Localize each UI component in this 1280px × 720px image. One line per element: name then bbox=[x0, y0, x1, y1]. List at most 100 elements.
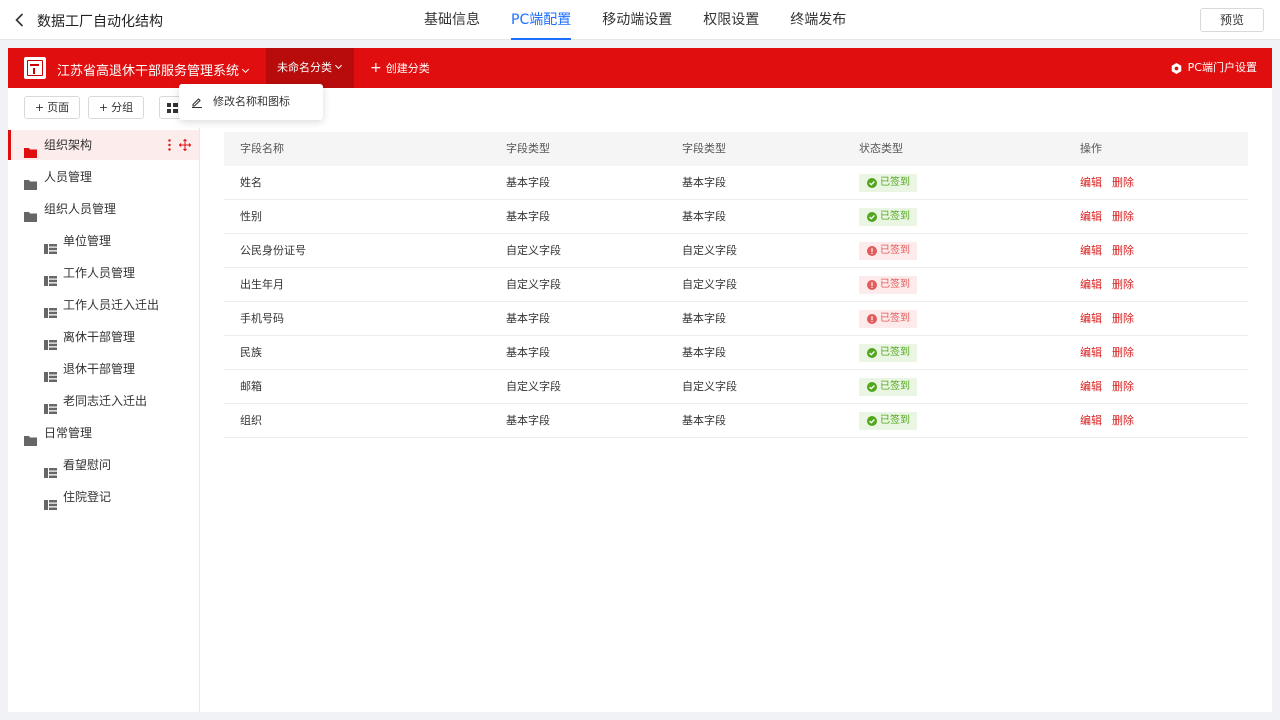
field-name: 民族 bbox=[240, 346, 262, 359]
preview-button[interactable]: 预览 bbox=[1200, 8, 1264, 32]
status-text: 已签到 bbox=[880, 313, 910, 324]
field-type: 基本字段 bbox=[506, 210, 550, 223]
table-body: 姓名 基本字段 基本字段 已签到 编辑 删除 性别 基本字段 基本字段 已签到 编辑 删除 公民身份证号… bbox=[224, 166, 1248, 438]
chevron-down-icon bbox=[334, 61, 343, 70]
app-title: 数据工厂自动化结构 bbox=[37, 14, 163, 30]
add-page-button[interactable]: + 页面 bbox=[24, 96, 80, 119]
sidebar-item-label: 住院登记 bbox=[63, 490, 112, 504]
portal-settings-label: PC端门户设置 bbox=[1187, 61, 1257, 74]
status-badge: 已签到 bbox=[859, 174, 917, 192]
sidebar-item[interactable]: 工作人员管理 bbox=[8, 258, 199, 288]
edit-link[interactable]: 编辑 bbox=[1080, 268, 1102, 301]
field-name: 组织 bbox=[240, 414, 262, 427]
column-header: 操作 bbox=[1080, 142, 1102, 155]
sidebar-item[interactable]: 老同志迁入迁出 bbox=[8, 386, 199, 416]
system-name: 江苏省高退休干部服务管理系统 bbox=[57, 64, 240, 79]
status-badge: 已签到 bbox=[859, 242, 917, 260]
table-row: 民族 基本字段 基本字段 已签到 编辑 删除 bbox=[224, 336, 1248, 370]
column-header: 状态类型 bbox=[859, 142, 903, 155]
add-group-button[interactable]: + 分组 bbox=[88, 96, 144, 119]
category-dropdown[interactable]: 未命名分类 bbox=[266, 48, 354, 88]
field-type: 自定义字段 bbox=[506, 380, 561, 393]
status-badge: 已签到 bbox=[859, 412, 917, 430]
page-icon bbox=[44, 491, 57, 521]
edit-link[interactable]: 编辑 bbox=[1080, 336, 1102, 369]
delete-link[interactable]: 删除 bbox=[1112, 268, 1134, 301]
delete-link[interactable]: 删除 bbox=[1112, 234, 1134, 267]
sidebar-item-label: 单位管理 bbox=[63, 234, 112, 248]
item-tools bbox=[168, 130, 191, 160]
sidebar-item[interactable]: 工作人员迁入迁出 bbox=[8, 290, 199, 320]
sidebar-item[interactable]: 人员管理 bbox=[8, 162, 199, 192]
sidebar-item-label: 组织人员管理 bbox=[44, 202, 117, 216]
category-label: 未命名分类 bbox=[277, 61, 332, 74]
edit-link[interactable]: 编辑 bbox=[1080, 166, 1102, 199]
tab-0[interactable]: 基础信息 bbox=[424, 0, 480, 40]
edit-link[interactable]: 编辑 bbox=[1080, 234, 1102, 267]
sidebar-item[interactable]: 组织架构 bbox=[8, 130, 199, 160]
status-badge: 已签到 bbox=[859, 378, 917, 396]
back-button[interactable] bbox=[12, 9, 32, 31]
field-type: 自定义字段 bbox=[506, 278, 561, 291]
sidebar-item[interactable]: 看望慰问 bbox=[8, 450, 199, 480]
edit-link[interactable]: 编辑 bbox=[1080, 302, 1102, 335]
create-category-button[interactable]: + 创建分类 bbox=[370, 48, 430, 88]
move-icon[interactable] bbox=[179, 139, 191, 151]
sidebar-item[interactable]: 退休干部管理 bbox=[8, 354, 199, 384]
category-menu: 修改名称和图标 bbox=[179, 84, 323, 120]
sidebar-item[interactable]: 单位管理 bbox=[8, 226, 199, 256]
rename-menu-item[interactable]: 修改名称和图标 bbox=[191, 84, 290, 120]
sidebar-item[interactable]: 住院登记 bbox=[8, 482, 199, 512]
column-header: 字段类型 bbox=[506, 142, 550, 155]
field-name: 公民身份证号 bbox=[240, 244, 306, 257]
edit-link[interactable]: 编辑 bbox=[1080, 370, 1102, 403]
field-name: 邮箱 bbox=[240, 380, 262, 393]
status-badge: 已签到 bbox=[859, 276, 917, 294]
sidebar-item-label: 离休干部管理 bbox=[63, 330, 136, 344]
field-type: 基本字段 bbox=[682, 312, 726, 325]
tab-2[interactable]: 移动端设置 bbox=[602, 0, 672, 40]
table-row: 邮箱 自定义字段 自定义字段 已签到 编辑 删除 bbox=[224, 370, 1248, 404]
delete-link[interactable]: 删除 bbox=[1112, 166, 1134, 199]
status-text: 已签到 bbox=[880, 211, 910, 222]
main-tabs: 基础信息 PC端配置 移动端设置 权限设置 终端发布 bbox=[424, 0, 877, 40]
fields-table: 字段名称 字段类型 字段类型 状态类型 操作 姓名 基本字段 基本字段 已签到 编辑 删除 性别 基本… bbox=[224, 132, 1248, 438]
status-badge: 已签到 bbox=[859, 310, 917, 328]
tab-4[interactable]: 终端发布 bbox=[790, 0, 846, 40]
chevron-left-icon bbox=[15, 13, 24, 27]
rename-label: 修改名称和图标 bbox=[213, 95, 290, 108]
sidebar-item-label: 组织架构 bbox=[44, 138, 93, 152]
add-group-label: 分组 bbox=[111, 101, 134, 114]
sidebar-item[interactable]: 组织人员管理 bbox=[8, 194, 199, 224]
sidebar-item-label: 工作人员管理 bbox=[63, 266, 136, 280]
field-type: 基本字段 bbox=[682, 346, 726, 359]
field-type: 自定义字段 bbox=[682, 380, 737, 393]
column-header: 字段名称 bbox=[240, 142, 284, 155]
edit-link[interactable]: 编辑 bbox=[1080, 200, 1102, 233]
delete-link[interactable]: 删除 bbox=[1112, 404, 1134, 437]
table-row: 性别 基本字段 基本字段 已签到 编辑 删除 bbox=[224, 200, 1248, 234]
status-text: 已签到 bbox=[880, 279, 910, 290]
portal-settings-button[interactable]: PC端门户设置 bbox=[1171, 48, 1257, 88]
table-row: 组织 基本字段 基本字段 已签到 编辑 删除 bbox=[224, 404, 1248, 438]
top-bar: 数据工厂自动化结构 基础信息 PC端配置 移动端设置 权限设置 终端发布 预览 bbox=[0, 0, 1280, 40]
delete-link[interactable]: 删除 bbox=[1112, 200, 1134, 233]
more-vertical-icon[interactable] bbox=[168, 139, 171, 151]
tab-3[interactable]: 权限设置 bbox=[703, 0, 759, 40]
check-circle-icon bbox=[867, 416, 877, 426]
create-category-label: 创建分类 bbox=[385, 62, 430, 75]
edit-link[interactable]: 编辑 bbox=[1080, 404, 1102, 437]
plus-icon: + bbox=[98, 101, 109, 114]
check-circle-icon bbox=[867, 382, 877, 392]
status-badge: 已签到 bbox=[859, 344, 917, 362]
delete-link[interactable]: 删除 bbox=[1112, 370, 1134, 403]
tab-1[interactable]: PC端配置 bbox=[511, 0, 572, 40]
add-page-label: 页面 bbox=[47, 101, 70, 114]
sidebar-item-label: 老同志迁入迁出 bbox=[63, 394, 148, 408]
sidebar-item[interactable]: 离休干部管理 bbox=[8, 322, 199, 352]
delete-link[interactable]: 删除 bbox=[1112, 336, 1134, 369]
delete-link[interactable]: 删除 bbox=[1112, 302, 1134, 335]
alert-circle-icon bbox=[867, 280, 877, 290]
sidebar-item[interactable]: 日常管理 bbox=[8, 418, 199, 448]
system-name-dropdown[interactable]: 江苏省高退休干部服务管理系统 bbox=[57, 60, 250, 79]
